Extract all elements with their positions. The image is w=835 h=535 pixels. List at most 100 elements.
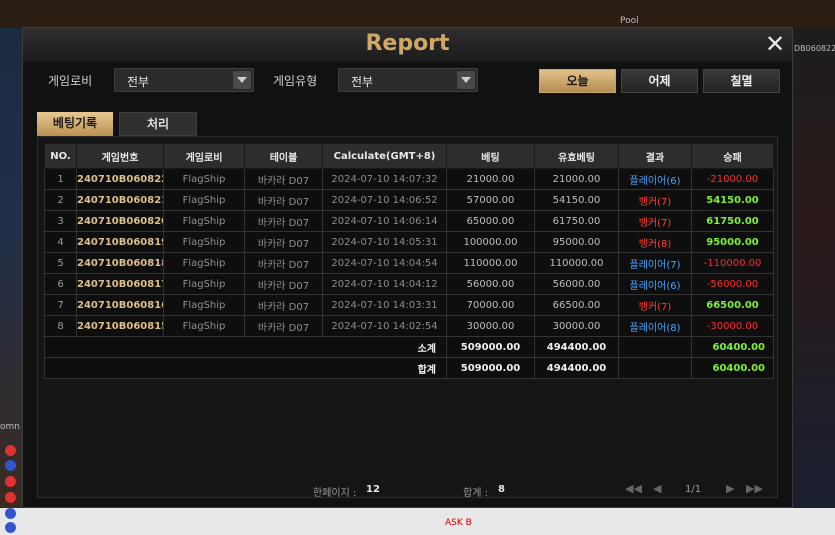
row-game-id: 240710B060816	[76, 294, 164, 316]
close-icon[interactable]: ✕	[764, 32, 786, 56]
table-row[interactable]: 3 240710B060820 FlagShip 바카라 D07 2024-07…	[44, 210, 774, 232]
row-bet: 100000.00	[446, 231, 535, 253]
row-no: 1	[44, 168, 77, 190]
prev-page-icon[interactable]: ◀	[653, 482, 661, 495]
row-lobby: FlagShip	[163, 189, 245, 211]
road-chip	[5, 476, 16, 487]
row-win-loss: -21000.00	[691, 168, 774, 190]
row-no: 8	[44, 315, 77, 337]
row-game-id: 240710B060820	[76, 210, 164, 232]
tab-betting-record[interactable]: 베팅기록	[37, 112, 113, 136]
row-valid-bet: 110000.00	[534, 252, 619, 274]
col-header: NO.	[44, 143, 77, 169]
row-bet: 70000.00	[446, 294, 535, 316]
subtotal-bet: 509000.00	[446, 336, 535, 358]
row-time: 2024-07-10 14:02:54	[322, 315, 447, 337]
row-no: 7	[44, 294, 77, 316]
row-time: 2024-07-10 14:07:32	[322, 168, 447, 190]
row-lobby: FlagShip	[163, 231, 245, 253]
table-row[interactable]: 7 240710B060816 FlagShip 바카라 D07 2024-07…	[44, 294, 774, 316]
row-bet: 65000.00	[446, 210, 535, 232]
row-win-loss: 66500.00	[691, 294, 774, 316]
side-label: omn	[0, 422, 20, 432]
row-time: 2024-07-10 14:04:12	[322, 273, 447, 295]
row-valid-bet: 54150.00	[534, 189, 619, 211]
row-bet: 56000.00	[446, 273, 535, 295]
row-game-id: 240710B060817	[76, 273, 164, 295]
row-table: 바카라 D07	[244, 231, 323, 253]
row-win-loss: 95000.00	[691, 231, 774, 253]
col-header: 결과	[618, 143, 692, 169]
row-table: 바카라 D07	[244, 168, 323, 190]
game-top-bar	[0, 0, 835, 28]
row-bet: 21000.00	[446, 168, 535, 190]
total-label: 합계	[44, 357, 447, 379]
type-filter-label: 게임유형	[273, 74, 318, 88]
subtotal-result	[618, 336, 692, 358]
subtotal-win-loss: 60400.00	[691, 336, 774, 358]
total-count-label: 합계 :	[463, 488, 488, 499]
lobby-filter-label: 게임로비	[48, 74, 93, 88]
last-page-icon[interactable]: ▶▶	[746, 482, 763, 495]
total-result	[618, 357, 692, 379]
col-header: Calculate(GMT+8)	[322, 143, 447, 169]
col-header: 게임번호	[76, 143, 164, 169]
row-no: 2	[44, 189, 77, 211]
table-row[interactable]: 1 240710B060822 FlagShip 바카라 D07 2024-07…	[44, 168, 774, 190]
row-game-id: 240710B060819	[76, 231, 164, 253]
report-panel: NO. 게임번호 게임로비 테이블 Calculate(GMT+8) 베팅 유효…	[37, 136, 778, 498]
yesterday-button[interactable]: 어제	[621, 69, 698, 93]
road-chip	[5, 508, 16, 519]
next-page-icon[interactable]: ▶	[726, 482, 734, 495]
first-page-icon[interactable]: ◀◀	[625, 482, 642, 495]
row-valid-bet: 21000.00	[534, 168, 619, 190]
lobby-select[interactable]: 전부	[114, 68, 254, 92]
per-page-value: 12	[366, 484, 380, 495]
col-header: 테이블	[244, 143, 323, 169]
per-page-label: 한페이지 :	[313, 488, 357, 499]
report-modal: Report ✕ 게임로비 전부 게임유형 전부 오늘 어제 칠멸 베팅기록 처…	[22, 27, 793, 508]
row-time: 2024-07-10 14:06:52	[322, 189, 447, 211]
table-row[interactable]: 8 240710B060815 FlagShip 바카라 D07 2024-07…	[44, 315, 774, 337]
table-row[interactable]: 2 240710B060821 FlagShip 바카라 D07 2024-07…	[44, 189, 774, 211]
tab-processing[interactable]: 처리	[119, 112, 197, 136]
col-header: 유효베팅	[534, 143, 619, 169]
game-left-edge	[0, 28, 22, 508]
ask-banker-label: ASK B	[445, 518, 472, 528]
road-chip	[5, 460, 16, 471]
report-table: NO. 게임번호 게임로비 테이블 Calculate(GMT+8) 베팅 유효…	[44, 143, 774, 379]
row-table: 바카라 D07	[244, 252, 323, 274]
table-row[interactable]: 6 240710B060817 FlagShip 바카라 D07 2024-07…	[44, 273, 774, 295]
lobby-select-value: 전부	[127, 75, 150, 89]
row-win-loss: -110000.00	[691, 252, 774, 274]
row-time: 2024-07-10 14:04:54	[322, 252, 447, 274]
table-row[interactable]: 5 240710B060818 FlagShip 바카라 D07 2024-07…	[44, 252, 774, 274]
chevron-down-icon	[233, 71, 251, 89]
row-result: 플레이어(6)	[618, 273, 692, 295]
modal-title: Report	[365, 31, 450, 56]
row-lobby: FlagShip	[163, 273, 245, 295]
type-select[interactable]: 전부	[338, 68, 478, 92]
table-row[interactable]: 4 240710B060819 FlagShip 바카라 D07 2024-07…	[44, 231, 774, 253]
row-bet: 110000.00	[446, 252, 535, 274]
row-result: 플레이어(8)	[618, 315, 692, 337]
row-lobby: FlagShip	[163, 168, 245, 190]
row-table: 바카라 D07	[244, 273, 323, 295]
row-lobby: FlagShip	[163, 294, 245, 316]
row-lobby: FlagShip	[163, 315, 245, 337]
week-button[interactable]: 칠멸	[703, 69, 780, 93]
total-valid-bet: 494400.00	[534, 357, 619, 379]
subtotal-valid-bet: 494400.00	[534, 336, 619, 358]
row-game-id: 240710B060818	[76, 252, 164, 274]
road-chip	[5, 492, 16, 503]
row-game-id: 240710B060815	[76, 315, 164, 337]
page-indicator: 1/1	[685, 484, 702, 495]
row-result: 뱅커(7)	[618, 294, 692, 316]
today-button[interactable]: 오늘	[539, 69, 616, 93]
row-valid-bet: 30000.00	[534, 315, 619, 337]
row-no: 6	[44, 273, 77, 295]
row-bet: 30000.00	[446, 315, 535, 337]
row-result: 플레이어(6)	[618, 168, 692, 190]
row-result: 뱅커(7)	[618, 189, 692, 211]
total-count-value: 8	[498, 484, 505, 495]
